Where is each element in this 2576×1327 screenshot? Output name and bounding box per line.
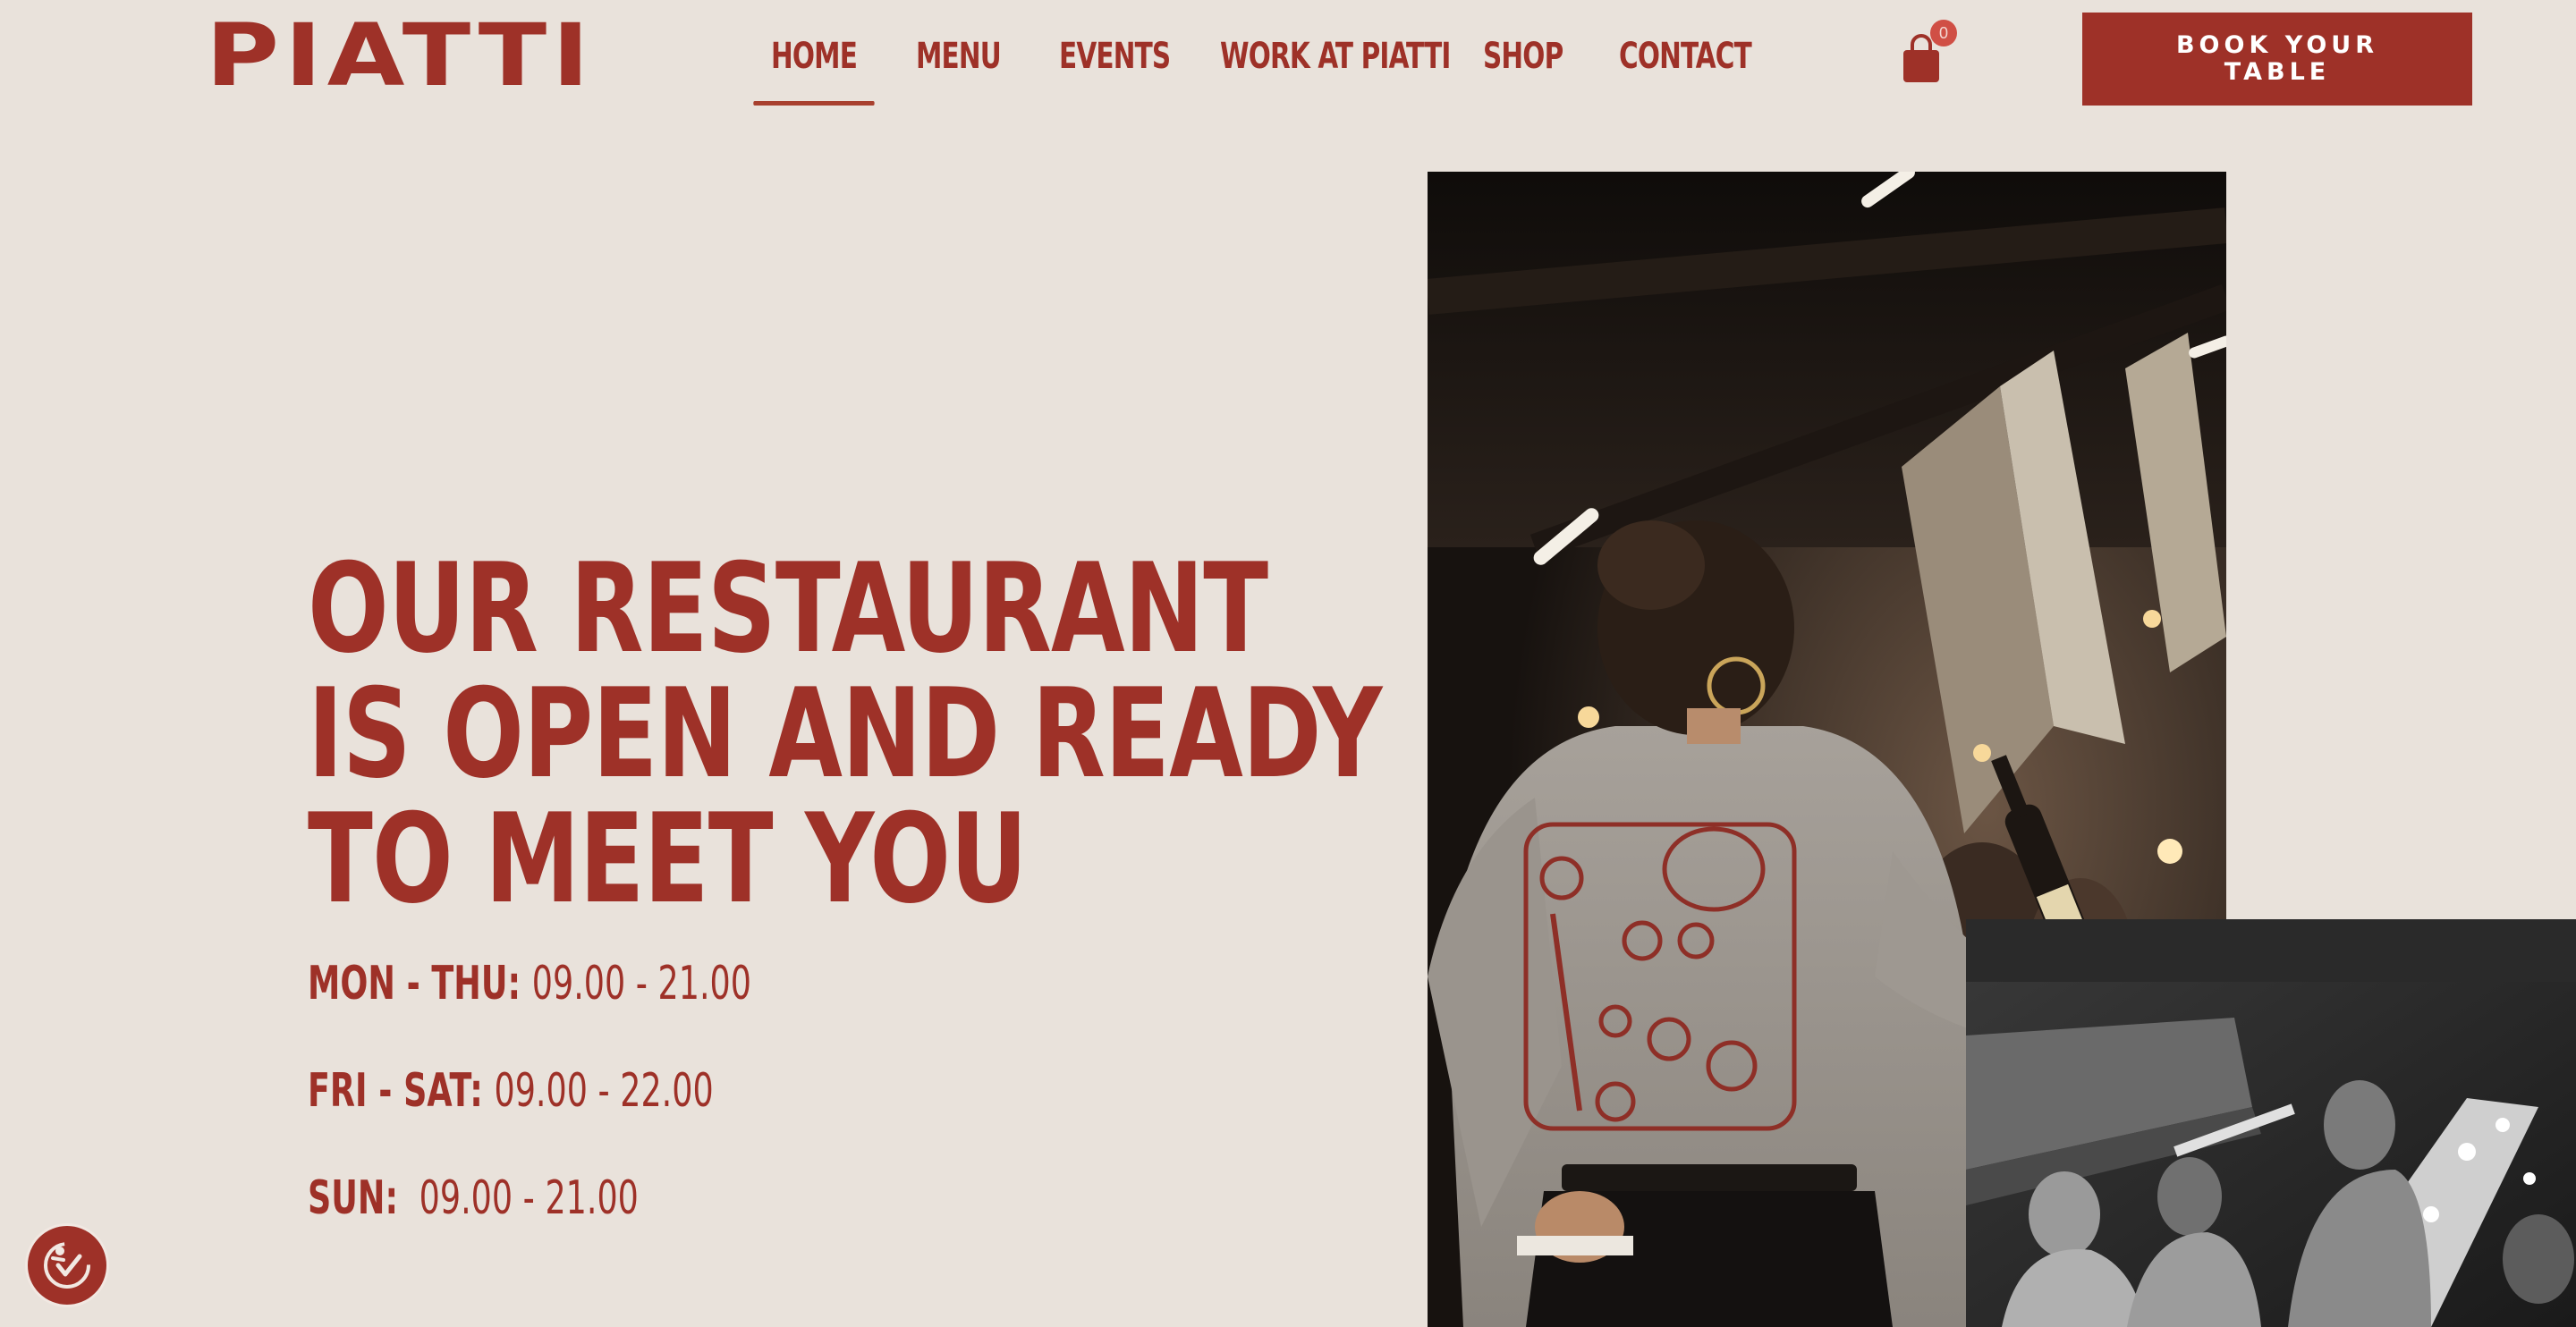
nav-item-menu[interactable]: MENU xyxy=(916,27,1002,106)
hours-row: MON - THU: 09.00 - 21.00 xyxy=(308,955,751,1062)
headline-line: TO MEET YOU xyxy=(308,787,1028,931)
accessibility-button[interactable] xyxy=(25,1223,109,1307)
headline-line: OUR RESTAURANT xyxy=(308,537,1268,680)
hours-days: FRI - SAT: xyxy=(308,1064,483,1118)
nav-item-home[interactable]: HOME xyxy=(753,27,875,106)
headline-line: IS OPEN AND READY xyxy=(308,662,1382,806)
main-nav: HOME MENU EVENTS WORK AT PIATTI SHOP CON… xyxy=(735,27,1752,106)
nav-item-events[interactable]: EVENTS xyxy=(1059,27,1171,106)
hero-headline: OUR RESTAURANT IS OPEN AND READY TO MEET… xyxy=(308,547,1382,923)
nav-item-shop[interactable]: SHOP xyxy=(1483,27,1563,106)
hours-time: 09.00 - 22.00 xyxy=(494,1064,714,1118)
hours-days: SUN: xyxy=(308,1171,399,1225)
dining-room-illustration xyxy=(1966,919,2576,1327)
book-table-button[interactable]: BOOK YOUR TABLE xyxy=(2082,13,2472,106)
site-logo[interactable]: PIATTI xyxy=(206,13,595,98)
hours-time: 09.00 - 21.00 xyxy=(531,957,751,1010)
nav-item-work-at-piatti[interactable]: WORK AT PIATTI xyxy=(1220,27,1451,106)
cart-button[interactable]: 0 xyxy=(1902,20,1957,82)
page: PIATTI HOME MENU EVENTS WORK AT PIATTI S… xyxy=(0,0,2576,1327)
restaurant-photo-dining-room xyxy=(1966,919,2576,1327)
nav-item-contact[interactable]: CONTACT xyxy=(1619,27,1752,106)
hours-row: SUN: 09.00 - 21.00 xyxy=(308,1170,751,1277)
hours-days: MON - THU: xyxy=(308,957,521,1010)
accessibility-icon xyxy=(44,1242,90,1289)
hours-row: FRI - SAT: 09.00 - 22.00 xyxy=(308,1062,751,1170)
opening-hours: MON - THU: 09.00 - 21.00 FRI - SAT: 09.0… xyxy=(308,955,877,1277)
hours-time: 09.00 - 21.00 xyxy=(419,1171,639,1225)
cart-count-badge: 0 xyxy=(1930,20,1957,46)
